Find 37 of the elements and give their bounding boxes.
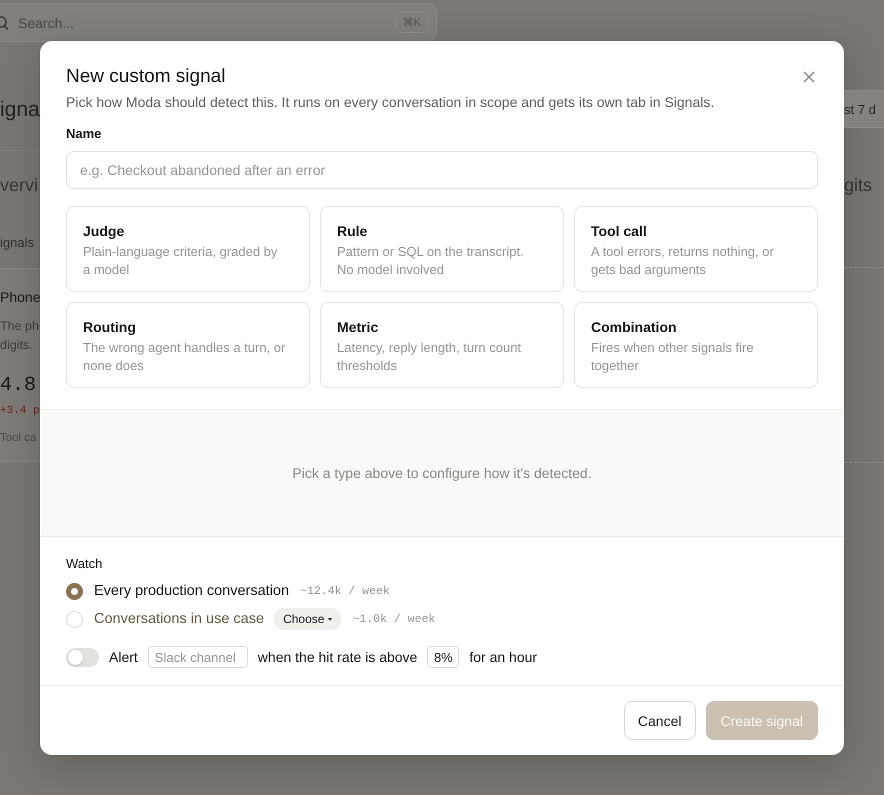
config-hint: Pick a type above to configure how it's detected. bbox=[292, 465, 592, 481]
name-field[interactable]: e.g. Checkout abandoned after an error bbox=[66, 151, 818, 189]
type-option[interactable]: Rule Pattern or SQL on the transcript. No model involved bbox=[320, 206, 564, 292]
radio-button[interactable] bbox=[66, 582, 83, 600]
type-option[interactable]: Combination Fires when other signals fire together bbox=[574, 302, 818, 388]
page-heading: igna bbox=[0, 97, 40, 123]
option-label[interactable]: Conversations in use case bbox=[94, 611, 264, 627]
type-option[interactable]: Routing The wrong agent handles a turn, or none does bbox=[66, 302, 310, 388]
search-icon bbox=[0, 16, 9, 30]
cancel-button[interactable]: Cancel bbox=[624, 701, 696, 740]
dropdown-button[interactable]: Choose bbox=[274, 608, 342, 630]
dialog-subtitle: Pick how Moda should detect this. It runs on every conversation in scope and gets its own tab in Signals. bbox=[65, 93, 716, 111]
threshold-field[interactable]: 8% bbox=[427, 646, 460, 668]
type-option[interactable]: Tool call A tool errors, returns nothing, or gets bad arguments bbox=[574, 206, 818, 292]
search-placeholder: Search... bbox=[18, 14, 76, 30]
volume-count: ~12.4k / week bbox=[300, 584, 390, 598]
alert-label: Alert bbox=[109, 649, 138, 665]
section-label: ignals bbox=[0, 234, 34, 252]
duration-text: for an hour bbox=[469, 649, 538, 665]
dialog-title: New custom signal bbox=[66, 66, 226, 88]
close-button[interactable] bbox=[802, 70, 816, 84]
volume-count: ~1.0k / week bbox=[352, 612, 436, 626]
section-label: Watch bbox=[66, 556, 102, 572]
field-label: Name bbox=[66, 126, 102, 142]
card-title: Phone bbox=[0, 288, 40, 307]
toggle-switch[interactable] bbox=[66, 648, 99, 666]
condition-text: when the hit rate is above bbox=[258, 649, 418, 665]
type-option[interactable]: Judge Plain-language criteria, graded by a model bbox=[66, 206, 310, 292]
metric-value: 4.8 bbox=[0, 373, 36, 399]
channel-field[interactable]: Slack channel bbox=[148, 646, 248, 668]
date-range-button[interactable]: st 7 d bbox=[844, 90, 884, 128]
card-text: The ph bbox=[0, 318, 39, 335]
option-label[interactable]: Every production conversation bbox=[94, 583, 290, 599]
metric-change: +3.4 p bbox=[0, 404, 40, 419]
caret-icon bbox=[328, 618, 332, 620]
card-text: digits. bbox=[0, 337, 33, 354]
type-option[interactable]: Metric Latency, reply length, turn count thresholds bbox=[320, 302, 564, 388]
